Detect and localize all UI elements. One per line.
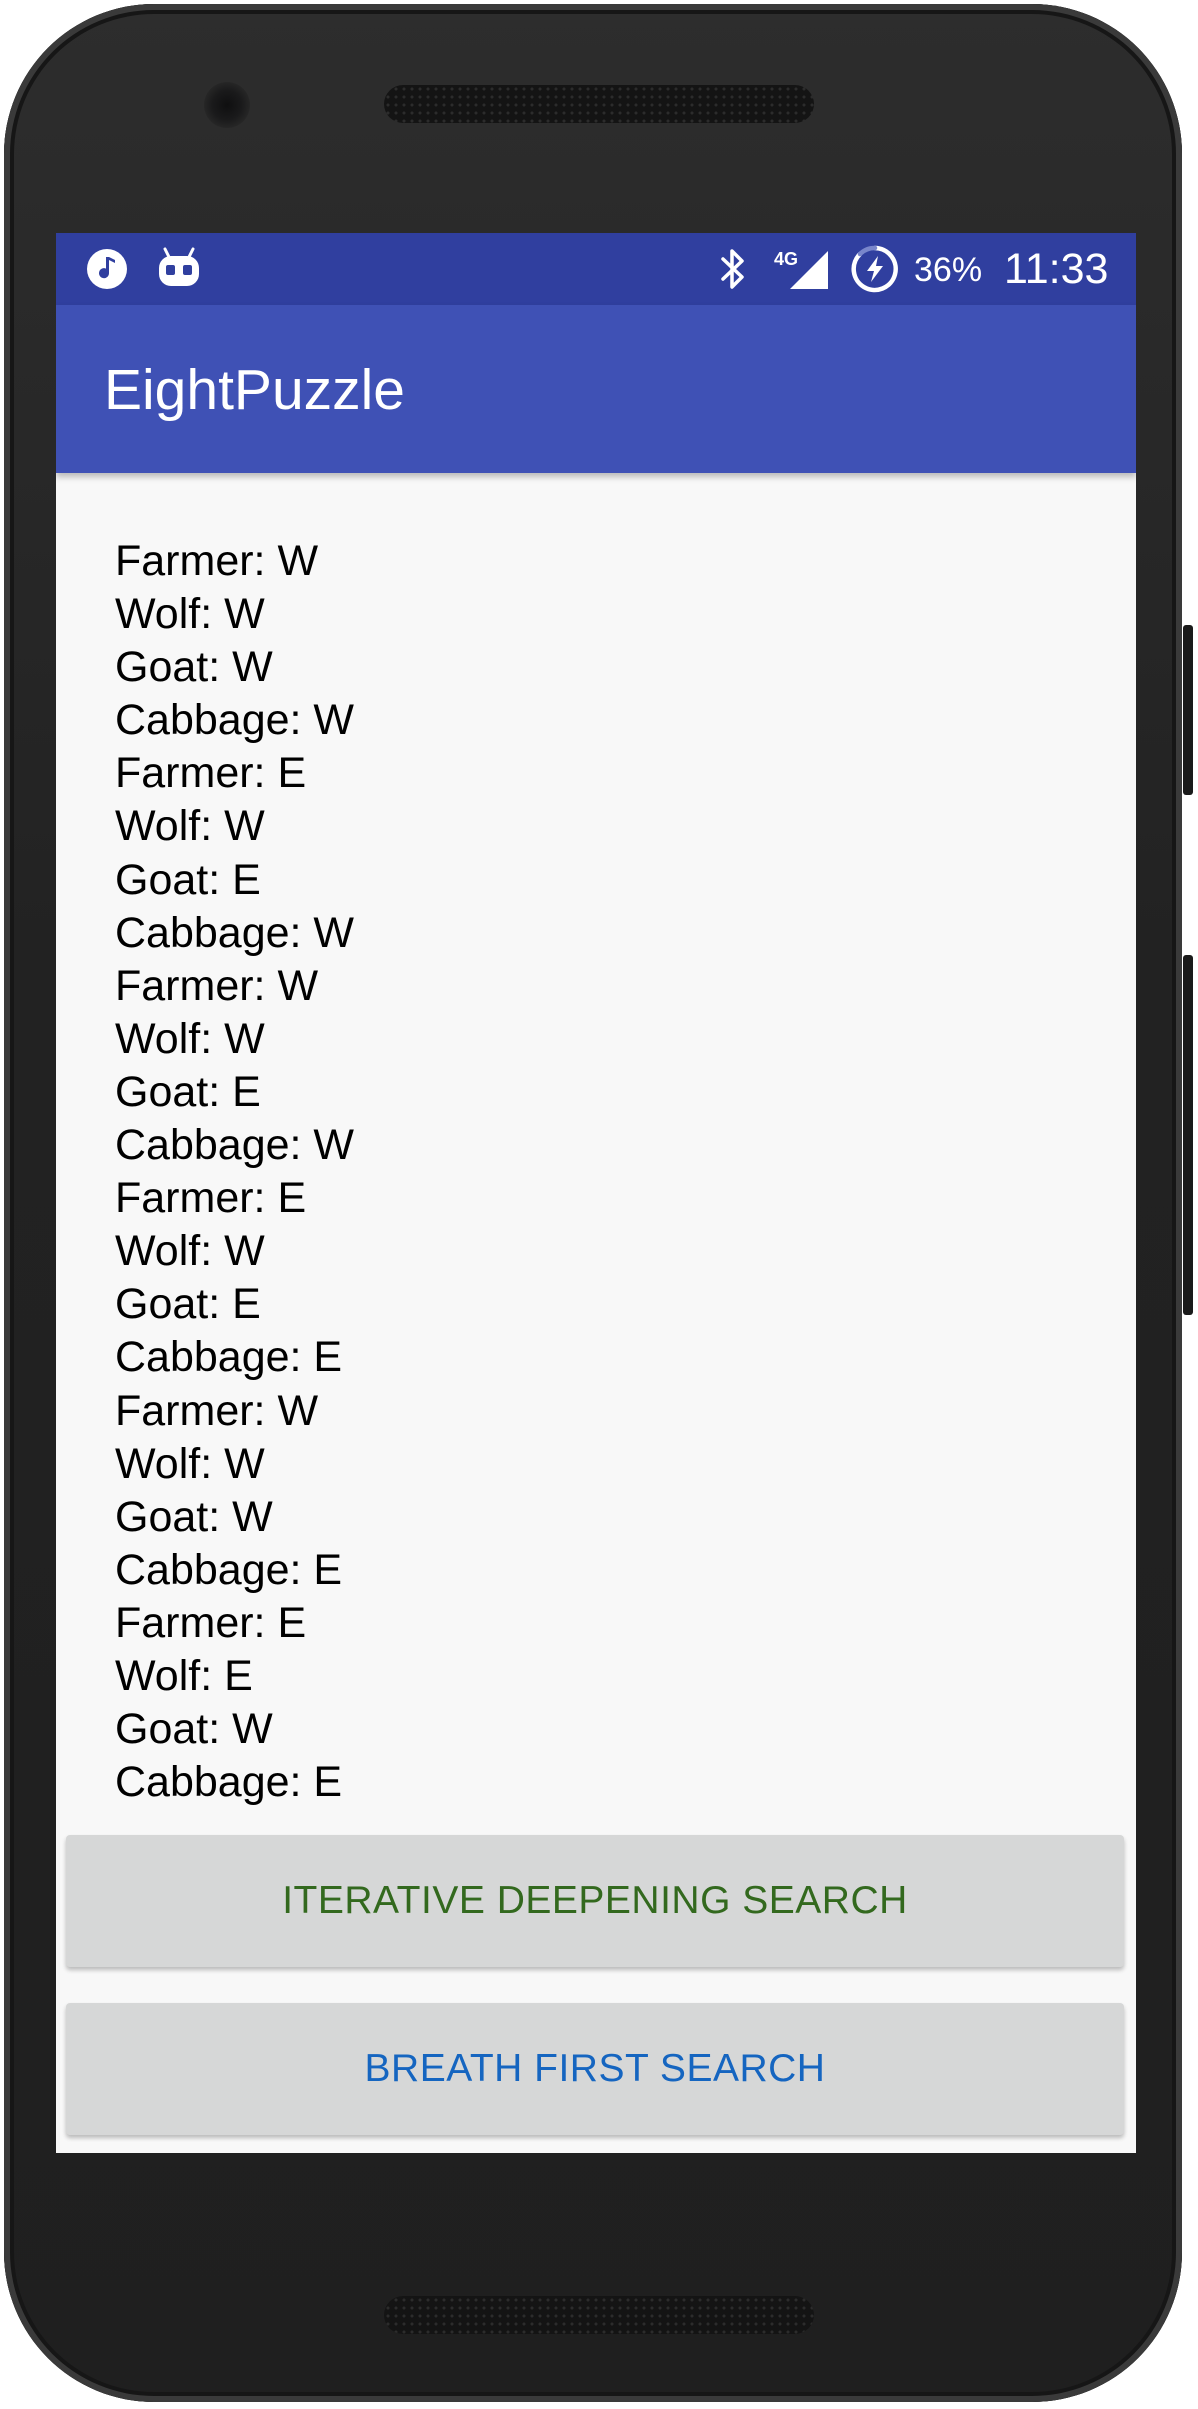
- output-line: Goat: W: [115, 643, 273, 692]
- output-line: Farmer: E: [115, 749, 307, 798]
- output-line: Goat: E: [115, 1280, 261, 1329]
- app-title: EightPuzzle: [104, 358, 406, 422]
- output-line: Farmer: E: [115, 1598, 307, 1647]
- front-camera: [204, 82, 250, 128]
- output-line: Farmer: E: [115, 1174, 307, 1223]
- output-line: Cabbage: W: [115, 908, 355, 957]
- output-line: Goat: E: [115, 1067, 261, 1116]
- status-bar: 4G 36% 11:33: [56, 233, 1136, 305]
- output-line: Farmer: W: [115, 537, 319, 585]
- iterative-deepening-search-button[interactable]: ITERATIVE DEEPENING SEARCH: [66, 1835, 1124, 1967]
- android-debug-icon: [156, 247, 202, 296]
- output-line: Wolf: W: [115, 590, 265, 639]
- output-line: Wolf: W: [115, 1439, 265, 1488]
- output-line: Wolf: E: [115, 1651, 253, 1700]
- top-speaker-grille: [384, 85, 814, 123]
- output-line: Cabbage: W: [115, 1121, 355, 1170]
- output-line: Cabbage: E: [115, 1758, 343, 1807]
- svg-text:4G: 4G: [774, 249, 798, 269]
- output-line: Wolf: W: [115, 1014, 265, 1063]
- output-line: Goat: W: [115, 1492, 273, 1541]
- signal-4g-icon: 4G: [770, 245, 834, 298]
- bottom-speaker-grille: [384, 2296, 814, 2334]
- output-line: Farmer: W: [115, 1386, 319, 1435]
- output-line: Cabbage: E: [115, 1545, 343, 1594]
- power-button: [1183, 625, 1193, 795]
- solution-output: Farmer: W Wolf: W Goat: W Cabbage: W Far…: [115, 535, 1095, 1809]
- output-line: Wolf: W: [115, 1227, 265, 1276]
- music-notification-icon: [85, 247, 129, 296]
- battery-percent: 36%: [914, 251, 983, 289]
- breath-first-search-button[interactable]: BREATH FIRST SEARCH: [66, 2003, 1124, 2135]
- app-bar: EightPuzzle: [56, 305, 1136, 473]
- volume-rocker: [1183, 955, 1193, 1315]
- output-line: Wolf: W: [115, 802, 265, 851]
- battery-saver-icon: [850, 244, 900, 299]
- output-line: Goat: E: [115, 855, 261, 904]
- output-line: Cabbage: E: [115, 1333, 343, 1382]
- output-line: Goat: W: [115, 1705, 273, 1754]
- device-screen: 4G 36% 11:33 EightPuzzle Farmer: W Wolf:…: [56, 233, 1136, 2153]
- output-line: Farmer: W: [115, 961, 319, 1010]
- bluetooth-icon: [718, 245, 748, 298]
- status-clock: 11:33: [1004, 245, 1109, 293]
- output-line: Cabbage: W: [115, 696, 355, 745]
